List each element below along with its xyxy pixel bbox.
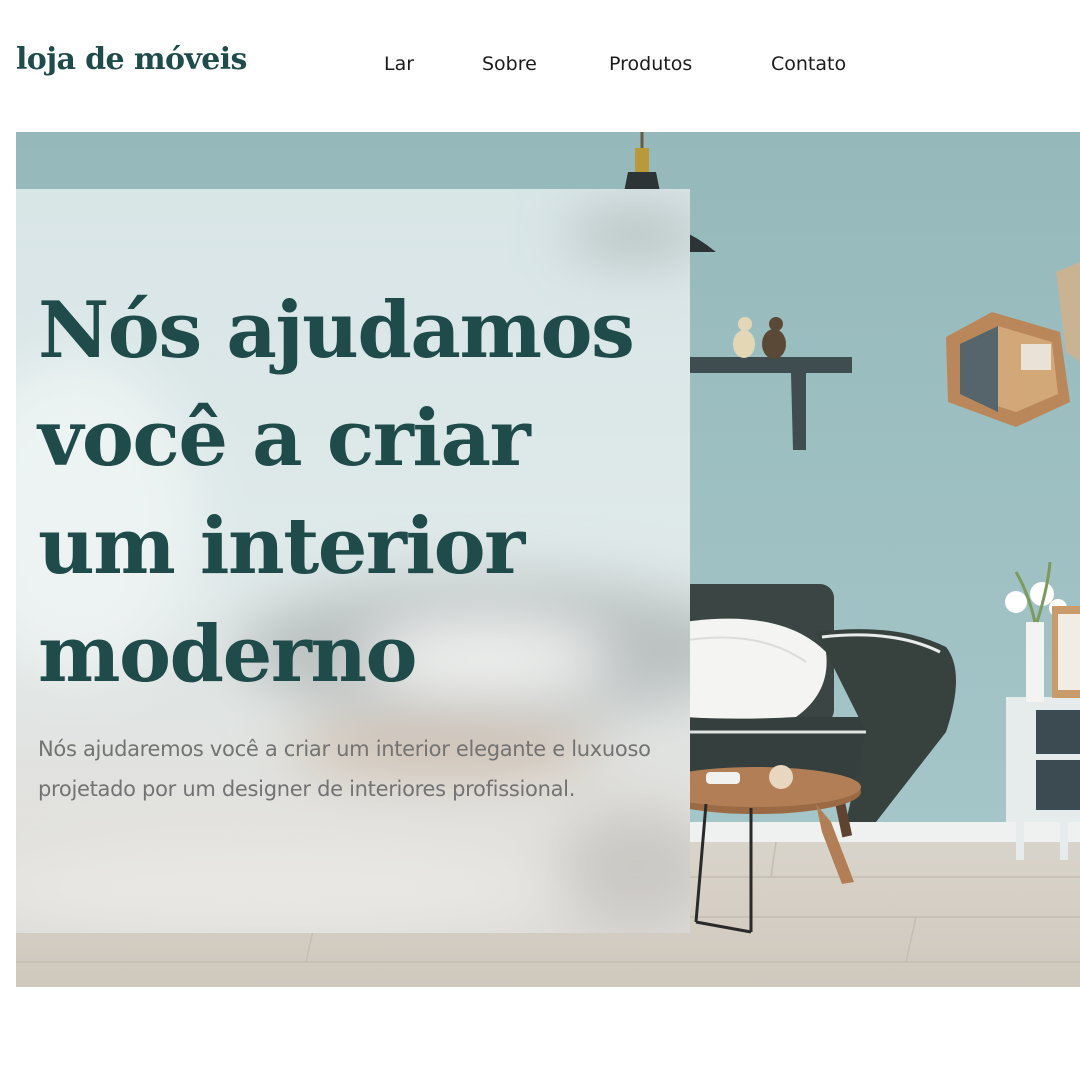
nav-link-contato[interactable]: Contato bbox=[771, 53, 846, 75]
nav-link-sobre[interactable]: Sobre bbox=[482, 53, 537, 75]
site-header: loja de móveis Lar Sobre Produtos Contat… bbox=[0, 0, 1080, 130]
hero-title: Nós ajudamos você a criar um interior mo… bbox=[38, 285, 635, 700]
site-logo[interactable]: loja de móveis bbox=[16, 42, 247, 77]
nav-link-produtos[interactable]: Produtos bbox=[609, 53, 692, 75]
hero-subtitle: Nós ajudaremos você a criar um interior … bbox=[38, 737, 651, 801]
hero-text-panel: Nós ajudamos você a criar um interior mo… bbox=[16, 189, 690, 933]
nav-link-lar[interactable]: Lar bbox=[384, 53, 414, 75]
